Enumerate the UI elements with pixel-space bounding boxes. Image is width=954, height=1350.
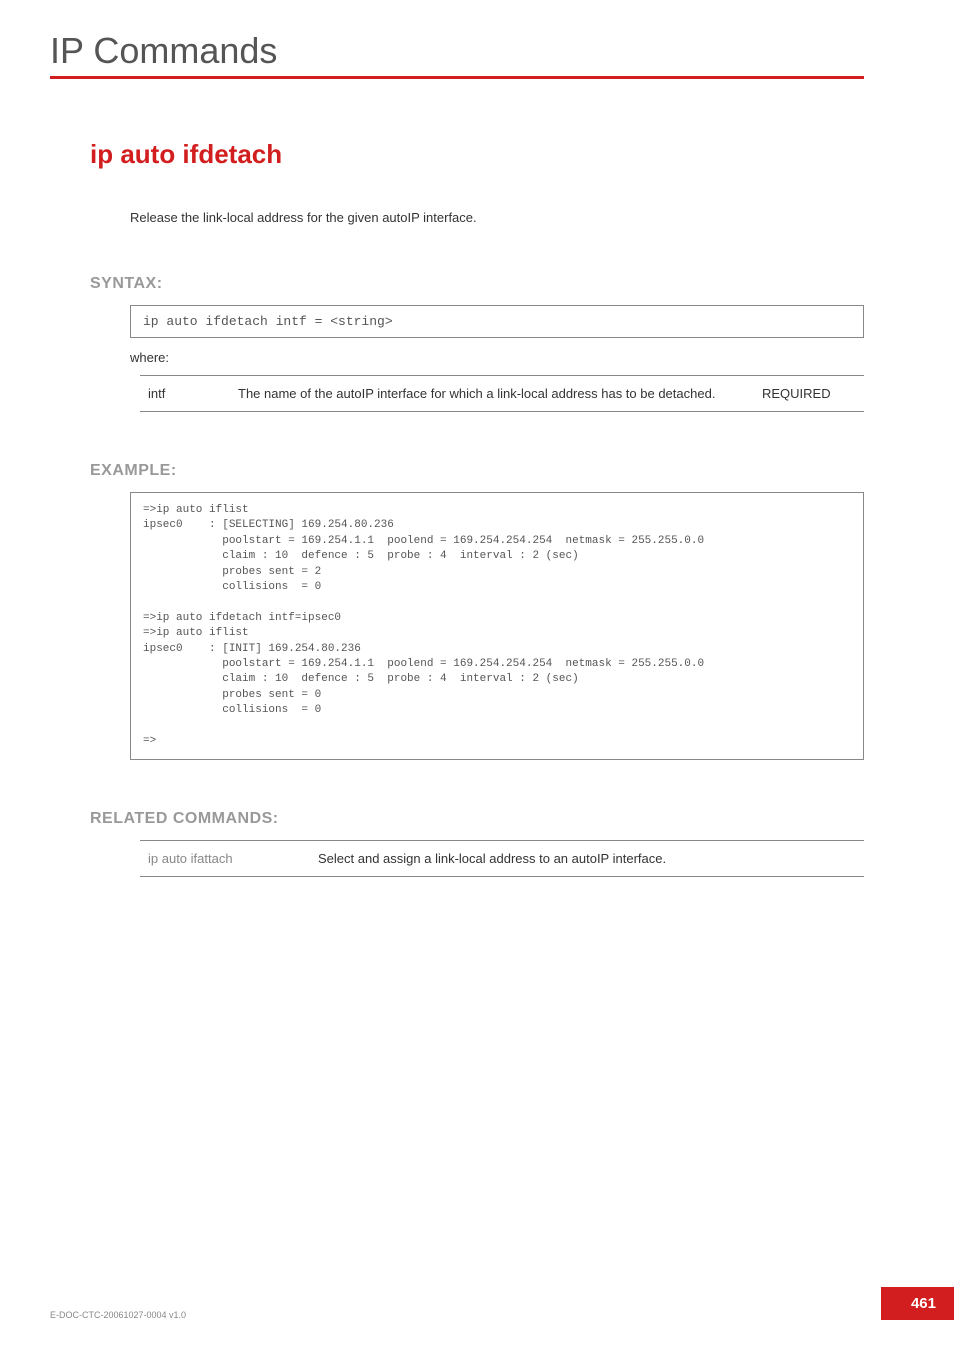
param-table: intf The name of the autoIP interface fo… (140, 375, 864, 412)
footer: E-DOC-CTC-20061027-0004 v1.0 461 (50, 1287, 954, 1320)
related-description: Select and assign a link-local address t… (310, 841, 864, 877)
related-table: ip auto ifattach Select and assign a lin… (140, 840, 864, 877)
related-command: ip auto ifattach (140, 841, 310, 877)
example-header: EXAMPLE: (90, 462, 864, 480)
where-label: where: (130, 350, 864, 365)
command-description: Release the link-local address for the g… (130, 210, 864, 225)
page-section-title: IP Commands (50, 30, 864, 72)
param-row: intf The name of the autoIP interface fo… (140, 376, 864, 412)
footer-page-number: 461 (881, 1287, 954, 1320)
syntax-header: SYNTAX: (90, 275, 864, 293)
command-title: ip auto ifdetach (90, 139, 864, 170)
related-row: ip auto ifattach Select and assign a lin… (140, 841, 864, 877)
param-name: intf (140, 376, 230, 412)
example-code: =>ip auto iflist ipsec0 : [SELECTING] 16… (130, 492, 864, 760)
footer-doc-id: E-DOC-CTC-20061027-0004 v1.0 (50, 1310, 186, 1320)
title-divider (50, 76, 864, 79)
syntax-code: ip auto ifdetach intf = <string> (130, 305, 864, 338)
param-description: The name of the autoIP interface for whi… (230, 376, 754, 412)
param-required: REQUIRED (754, 376, 864, 412)
related-header: RELATED COMMANDS: (90, 810, 864, 828)
